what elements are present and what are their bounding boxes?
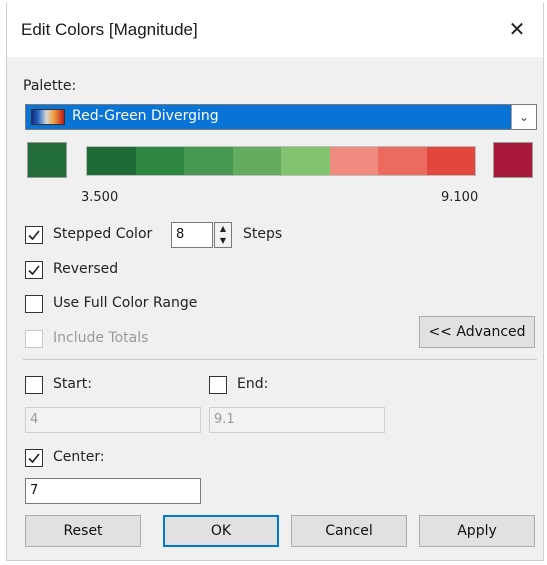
ramp-step-7 bbox=[378, 147, 427, 175]
ramp-step-3 bbox=[184, 147, 233, 175]
chevron-down-icon[interactable]: ⌄ bbox=[511, 105, 536, 129]
end-color-swatch[interactable] bbox=[493, 142, 533, 178]
ok-button[interactable]: OK bbox=[163, 515, 279, 547]
apply-button[interactable]: Apply bbox=[419, 515, 535, 547]
ramp-min-label: 3.500 bbox=[81, 190, 119, 205]
close-icon[interactable]: ✕ bbox=[505, 17, 529, 41]
start-label: Start: bbox=[53, 376, 92, 392]
center-input[interactable]: 7 bbox=[25, 478, 201, 504]
ramp-step-5 bbox=[281, 147, 330, 175]
ramp-step-8 bbox=[426, 147, 475, 175]
divider bbox=[23, 359, 537, 360]
checkmark-icon bbox=[28, 230, 40, 241]
use-full-color-range-label: Use Full Color Range bbox=[53, 295, 198, 311]
reversed-label: Reversed bbox=[53, 261, 119, 277]
start-input[interactable]: 4 bbox=[25, 407, 201, 433]
ramp-step-4 bbox=[232, 147, 281, 175]
dialog-title: Edit Colors [Magnitude] bbox=[21, 20, 198, 39]
checkmark-icon bbox=[28, 453, 40, 464]
steps-suffix-label: Steps bbox=[243, 226, 283, 242]
end-label: End: bbox=[237, 376, 269, 392]
stepped-color-label: Stepped Color bbox=[53, 226, 153, 242]
center-label: Center: bbox=[53, 449, 105, 465]
use-full-color-range-checkbox[interactable] bbox=[25, 295, 43, 313]
palette-selected-value: Red-Green Diverging bbox=[72, 108, 219, 124]
title-bar: Edit Colors [Magnitude] ✕ bbox=[7, 3, 543, 57]
reversed-checkbox[interactable] bbox=[25, 261, 43, 279]
advanced-button[interactable]: << Advanced bbox=[419, 316, 535, 348]
end-input[interactable]: 9.1 bbox=[209, 407, 385, 433]
palette-dropdown[interactable]: Red-Green Diverging ⌄ bbox=[25, 104, 537, 130]
checkmark-icon bbox=[28, 265, 40, 276]
start-checkbox[interactable] bbox=[25, 376, 43, 394]
cancel-button[interactable]: Cancel bbox=[291, 515, 407, 547]
include-totals-checkbox[interactable] bbox=[25, 330, 43, 348]
stepped-color-checkbox[interactable] bbox=[25, 226, 43, 244]
spin-up-icon[interactable]: ▲ bbox=[220, 225, 226, 233]
include-totals-label: Include Totals bbox=[53, 330, 149, 346]
steps-input[interactable]: 8 bbox=[171, 222, 213, 248]
steps-spinner[interactable]: ▲ ▼ bbox=[214, 222, 232, 248]
ramp-step-6 bbox=[329, 147, 378, 175]
palette-swatch-icon bbox=[31, 109, 65, 125]
ramp-step-1 bbox=[87, 147, 136, 175]
end-checkbox[interactable] bbox=[209, 376, 227, 394]
start-color-swatch[interactable] bbox=[27, 142, 67, 178]
ramp-step-2 bbox=[135, 147, 184, 175]
palette-label: Palette: bbox=[23, 78, 77, 94]
center-checkbox[interactable] bbox=[25, 449, 43, 467]
color-ramp bbox=[86, 146, 476, 176]
spin-down-icon[interactable]: ▼ bbox=[220, 237, 226, 245]
ramp-max-label: 9.100 bbox=[441, 190, 479, 205]
edit-colors-dialog: Edit Colors [Magnitude] ✕ Palette: Red-G… bbox=[6, 3, 544, 561]
reset-button[interactable]: Reset bbox=[25, 515, 141, 547]
